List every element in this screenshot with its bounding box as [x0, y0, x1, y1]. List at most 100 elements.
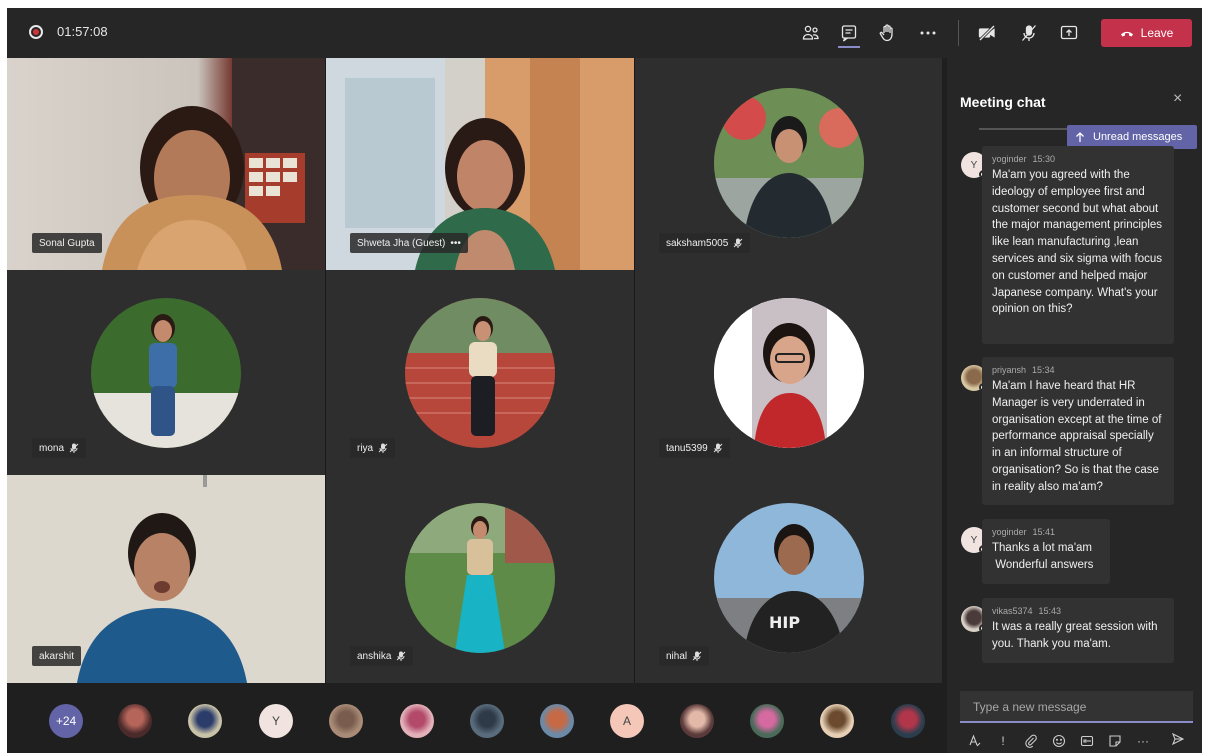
meeting-chat-panel: Meeting chat × Unread messages Y yoginde…: [947, 58, 1202, 753]
mic-off-icon: [69, 443, 79, 453]
participant-avatar[interactable]: [188, 704, 222, 738]
share-screen-icon[interactable]: [1056, 20, 1082, 46]
video-tile[interactable]: anshika: [325, 475, 634, 683]
meeting-timer: 01:57:08: [57, 24, 108, 39]
participant-name: mona: [39, 442, 65, 454]
participant-name-badge: nihal: [659, 646, 710, 666]
participant-avatar: [714, 298, 864, 448]
chat-message[interactable]: yoginder 15:30 Ma'am you agreed with the …: [982, 146, 1174, 344]
compose-placeholder: Type a new message: [973, 700, 1087, 714]
video-tile[interactable]: tanu5399: [634, 270, 942, 475]
priority-icon[interactable]: !: [996, 734, 1010, 748]
leave-label: Leave: [1140, 26, 1174, 40]
chat-message[interactable]: vikas5374 15:43 It was a really great ses…: [982, 598, 1174, 663]
video-grid: Sonal Gupta Shweta Jha (Guest) ••• saksha…: [7, 58, 942, 683]
overflow-count: +24: [55, 714, 77, 728]
phone-hangup-icon: [1120, 31, 1133, 37]
more-icon[interactable]: [915, 20, 941, 46]
participant-avatar: [91, 298, 241, 448]
video-tile[interactable]: HIP nihal: [634, 475, 942, 683]
video-tile[interactable]: Sonal Gupta: [7, 58, 325, 270]
more-options-icon[interactable]: ···: [1136, 734, 1150, 748]
format-icon[interactable]: [968, 734, 982, 748]
message-text: Ma'am I have heard that HR Manager is ve…: [992, 380, 1162, 493]
participant-name-badge: tanu5399: [659, 438, 730, 458]
participant-avatar[interactable]: [891, 704, 925, 738]
unread-label: Unread messages: [1093, 131, 1183, 143]
participant-name-badge: mona: [32, 438, 87, 458]
message-text: Thanks a lot ma'am Wonderful answers: [992, 540, 1100, 574]
participant-avatar[interactable]: Y: [259, 704, 293, 738]
message-author: vikas5374: [992, 606, 1033, 616]
participant-avatar[interactable]: [400, 704, 434, 738]
participant-avatar[interactable]: [540, 704, 574, 738]
mic-off-icon[interactable]: [1016, 20, 1042, 46]
arrow-up-icon: [1076, 132, 1084, 142]
recording-indicator-icon: [29, 25, 43, 39]
mic-off-icon: [733, 238, 743, 248]
svg-text:HIP: HIP: [769, 613, 800, 632]
message-time: 15:34: [1032, 365, 1055, 375]
participant-avatar[interactable]: [470, 704, 504, 738]
teams-meeting-window: 01:57:08 Leave Sonal Gupta Shweta Jha (G…: [7, 8, 1202, 753]
avatar-initial: A: [622, 714, 631, 728]
chat-message[interactable]: priyansh 15:34 Ma'am I have heard that HR…: [982, 357, 1174, 505]
message-text: Ma'am you agreed with the ideology of em…: [992, 169, 1163, 316]
participant-avatar: HIP: [714, 503, 864, 653]
participant-avatar[interactable]: [329, 704, 363, 738]
participant-avatar: [405, 298, 555, 448]
message-text: It was a really great session with you. …: [992, 621, 1158, 650]
avatar-initial: Y: [970, 159, 978, 171]
attach-icon[interactable]: [1024, 734, 1038, 748]
chat-message[interactable]: yoginder 15:41 Thanks a lot ma'am Wonderf…: [982, 519, 1110, 584]
emoji-icon[interactable]: [1052, 734, 1066, 748]
video-tile[interactable]: riya: [325, 270, 634, 475]
participant-name: saksham5005: [666, 237, 729, 249]
message-time: 15:41: [1032, 527, 1056, 537]
video-tile[interactable]: akarshit: [7, 475, 325, 683]
participant-avatar[interactable]: [680, 704, 714, 738]
message-line: Wonderful answers: [992, 558, 1094, 571]
close-icon[interactable]: ×: [1173, 90, 1182, 108]
participant-name-badge: saksham5005: [659, 233, 751, 253]
more-options-icon[interactable]: •••: [450, 238, 461, 249]
participant-strip: +24 Y A: [7, 683, 947, 753]
message-time: 15:43: [1038, 606, 1062, 616]
meeting-toolbar: 01:57:08 Leave: [7, 8, 1202, 58]
participant-name-badge: anshika: [350, 646, 414, 666]
chat-active-indicator: [838, 46, 860, 48]
message-author: yoginder: [992, 154, 1027, 164]
message-header: yoginder 15:41: [992, 527, 1100, 537]
raise-hand-icon[interactable]: [874, 20, 900, 46]
participant-name-badge: Shweta Jha (Guest) •••: [350, 233, 468, 253]
participants-icon[interactable]: [798, 20, 824, 46]
mic-off-icon: [713, 443, 723, 453]
video-tile[interactable]: saksham5005: [634, 58, 942, 270]
compose-toolbar: ! ···: [960, 730, 1193, 752]
participant-name: tanu5399: [666, 442, 708, 454]
camera-off-icon[interactable]: [974, 20, 1000, 46]
video-tile[interactable]: mona: [7, 270, 325, 475]
participant-name: riya: [357, 442, 374, 454]
message-header: yoginder 15:30: [992, 154, 1164, 164]
gif-icon[interactable]: [1080, 734, 1094, 748]
participant-avatar[interactable]: [820, 704, 854, 738]
message-header: vikas5374 15:43: [992, 606, 1164, 616]
mic-off-icon: [397, 651, 406, 661]
scroll-indicator: [979, 128, 1069, 130]
participant-name-badge: Sonal Gupta: [32, 233, 102, 253]
participant-name: anshika: [357, 650, 392, 662]
message-compose-input[interactable]: Type a new message: [960, 691, 1193, 723]
overflow-participants-button[interactable]: +24: [49, 704, 83, 738]
participant-avatar[interactable]: [750, 704, 784, 738]
participant-avatar[interactable]: A: [610, 704, 644, 738]
participant-name: Shweta Jha (Guest): [357, 237, 446, 249]
message-author: yoginder: [992, 527, 1027, 537]
send-icon[interactable]: [1171, 732, 1185, 751]
participant-name-badge: riya: [350, 438, 396, 458]
video-tile[interactable]: Shweta Jha (Guest) •••: [325, 58, 634, 270]
sticker-icon[interactable]: [1108, 734, 1122, 748]
participant-avatar[interactable]: [118, 704, 152, 738]
chat-icon[interactable]: [836, 20, 862, 46]
leave-button[interactable]: Leave: [1101, 19, 1192, 47]
